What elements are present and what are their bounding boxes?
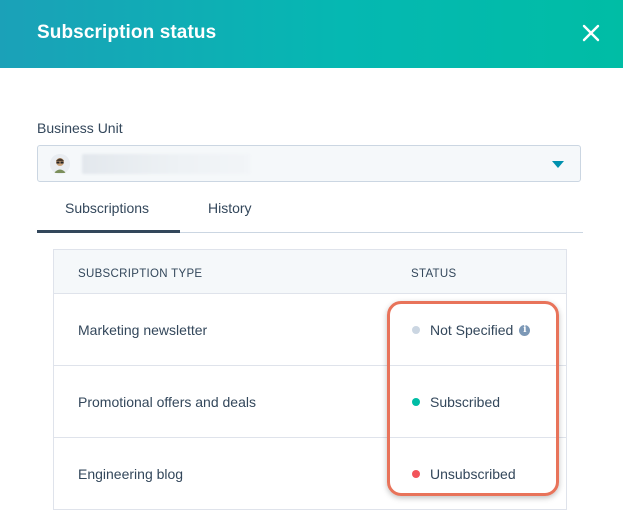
table-row: Engineering blog Unsubscribed — [54, 438, 566, 510]
caret-down-icon[interactable] — [552, 161, 564, 168]
subscription-type: Engineering blog — [78, 466, 184, 482]
status-dot — [412, 470, 420, 478]
subscription-status: Subscribed — [412, 394, 500, 410]
business-unit-label: Business Unit — [37, 120, 123, 136]
subscription-status: Unsubscribed — [412, 466, 516, 482]
business-unit-value-redacted — [82, 154, 250, 174]
active-tab-indicator — [37, 230, 180, 233]
table-row: Promotional offers and deals Subscribed — [54, 366, 566, 438]
table-header: SUBSCRIPTION TYPE STATUS — [54, 250, 566, 294]
table-row: Marketing newsletter Not Specified i — [54, 294, 566, 366]
status-dot — [412, 398, 420, 406]
business-unit-select[interactable] — [37, 145, 581, 182]
status-dot — [412, 326, 420, 334]
subscription-type: Promotional offers and deals — [78, 394, 256, 410]
close-icon — [582, 24, 600, 42]
status-label: Not Specified — [430, 322, 514, 338]
subscription-type: Marketing newsletter — [78, 322, 208, 338]
tab-history[interactable]: History — [208, 200, 252, 216]
info-icon[interactable]: i — [519, 324, 531, 336]
tab-subscriptions[interactable]: Subscriptions — [65, 200, 149, 216]
avatar-icon — [50, 154, 70, 174]
subscriptions-table: SUBSCRIPTION TYPE STATUS Marketing newsl… — [53, 249, 567, 510]
column-header-status: STATUS — [411, 268, 457, 280]
modal-title: Subscription status — [37, 22, 217, 43]
status-label: Subscribed — [430, 394, 501, 410]
close-button[interactable] — [578, 20, 604, 46]
tabs: Subscriptions History — [37, 196, 583, 234]
status-label: Unsubscribed — [430, 466, 516, 482]
modal-header: Subscription status — [0, 0, 623, 68]
column-header-subscription-type: SUBSCRIPTION TYPE — [78, 268, 203, 280]
subscription-status: Not Specified i — [412, 322, 531, 338]
